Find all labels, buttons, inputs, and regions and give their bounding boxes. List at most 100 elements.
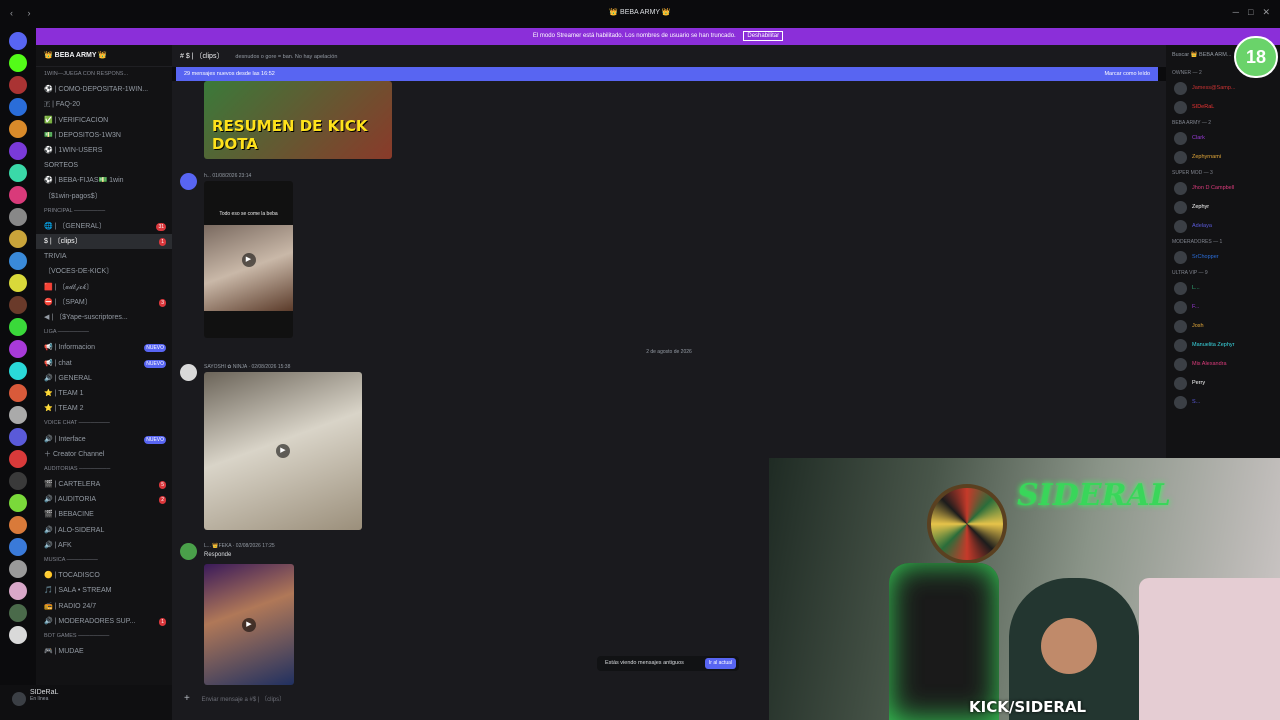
channel-item[interactable]: SORTEOS	[36, 158, 172, 173]
minimize-icon[interactable]: ─	[1233, 7, 1239, 18]
server-icon[interactable]	[9, 186, 27, 204]
message-input[interactable]: Enviar mensaje a #$ | 〔clips〕	[202, 697, 286, 703]
channel-item[interactable]: 🎬 | BEBACINE	[36, 507, 172, 522]
channel-item[interactable]: ⛔ | 〔SPAM〕 3	[36, 295, 172, 310]
server-icon[interactable]	[9, 296, 27, 314]
channel-item[interactable]: 🟡 | TOCADISCO	[36, 568, 172, 583]
channel-item[interactable]: ◀ | 〔$Yape-suscriptores...	[36, 310, 172, 325]
server-icon[interactable]	[9, 120, 27, 138]
member-item[interactable]: Mis Alexandra	[1166, 355, 1280, 374]
server-icon[interactable]	[9, 340, 27, 358]
video-attachment[interactable]: ▶	[204, 564, 294, 685]
server-icon[interactable]	[9, 252, 27, 270]
member-item[interactable]: Zephyr	[1166, 198, 1280, 217]
server-icon[interactable]	[9, 76, 27, 94]
server-icon[interactable]	[9, 274, 27, 292]
channel-item[interactable]: 🌐 | 〔GENERAL〕 31	[36, 219, 172, 234]
channel-category[interactable]: AUDITORIAS ────────	[36, 462, 172, 477]
server-icon[interactable]	[9, 494, 27, 512]
channel-item[interactable]: 🔊 | GENERAL	[36, 371, 172, 386]
server-icon[interactable]	[9, 318, 27, 336]
server-icon[interactable]	[9, 208, 27, 226]
channel-item[interactable]: 🔊 | Interface NUEVO	[36, 432, 172, 447]
play-icon[interactable]: ▶	[276, 444, 290, 458]
member-item[interactable]: Adelaya	[1166, 217, 1280, 236]
avatar[interactable]	[180, 543, 197, 560]
channel-item[interactable]: $ | 〔clips〕 1	[36, 234, 172, 250]
server-icon[interactable]	[9, 406, 27, 424]
video-attachment[interactable]: ▶	[204, 372, 362, 530]
channel-item[interactable]: ⭐ | TEAM 2	[36, 401, 172, 416]
member-item[interactable]: Perry	[1166, 374, 1280, 393]
server-icon[interactable]	[9, 450, 27, 468]
avatar[interactable]	[12, 692, 26, 706]
server-icon[interactable]	[9, 164, 27, 182]
channel-category[interactable]: LIGA ────────	[36, 325, 172, 340]
server-icon[interactable]	[9, 472, 27, 490]
channel-item[interactable]: 📻 | RADIO 24/7	[36, 599, 172, 614]
channel-item[interactable]: TRIVIA	[36, 249, 172, 264]
server-icon[interactable]	[9, 54, 27, 72]
member-item[interactable]: S...	[1166, 393, 1280, 412]
channel-item[interactable]: 💵 | DEPOSITOS-1W3N	[36, 128, 172, 143]
avatar[interactable]	[180, 173, 197, 190]
member-item[interactable]: Jamess@Samp...	[1166, 79, 1280, 98]
channel-item[interactable]: 🇫 | FAQ-20	[36, 97, 172, 112]
channel-item[interactable]: 📢 | Informacion NUEVO	[36, 340, 172, 355]
channel-item[interactable]: ⚽ | 1WIN-USERS	[36, 143, 172, 158]
window-controls[interactable]: ─ □ ✕	[1233, 7, 1270, 18]
mark-read-button[interactable]: Marcar como leído	[1104, 67, 1150, 81]
play-icon[interactable]: ▶	[242, 617, 256, 632]
video-thumbnail[interactable]: RESUMEN DE KICK DOTA	[204, 81, 392, 159]
play-icon[interactable]: ▶	[241, 252, 256, 267]
avatar[interactable]	[180, 364, 197, 381]
new-messages-bar[interactable]: 29 mensajes nuevos desde las 16:52 Marca…	[176, 67, 1158, 81]
channel-item[interactable]: 🔊 | AUDITORIA 2	[36, 492, 172, 507]
channel-item[interactable]: ⚽ | COMO-DEPOSITAR-1WIN...	[36, 82, 172, 97]
server-icon[interactable]	[9, 516, 27, 534]
server-icon[interactable]	[9, 384, 27, 402]
member-item[interactable]: F...	[1166, 298, 1280, 317]
server-icon[interactable]	[9, 362, 27, 380]
server-icon[interactable]	[9, 604, 27, 622]
member-item[interactable]: Clark	[1166, 129, 1280, 148]
member-item[interactable]: SIDeRaL	[1166, 98, 1280, 117]
server-icon[interactable]	[9, 230, 27, 248]
channel-item[interactable]: 🟥 | 〔𝒶𝒹𝒷𝒿𝒸𝓀〕	[36, 280, 172, 295]
member-item[interactable]: SrChopper	[1166, 248, 1280, 267]
channel-item[interactable]: 📢 | chat NUEVO	[36, 356, 172, 371]
channel-item[interactable]: ⚽ | BEBA-FIJAS💵 1win	[36, 173, 172, 188]
server-icon[interactable]	[9, 142, 27, 160]
channel-category[interactable]: MUSICA ────────	[36, 553, 172, 568]
channel-category[interactable]: PRINCIPAL ────────	[36, 204, 172, 219]
channel-item[interactable]: 🎮 | MUDAE	[36, 644, 172, 659]
video-attachment[interactable]: Todo eso se come la beba ▶	[204, 181, 293, 338]
server-icon[interactable]	[9, 32, 27, 50]
channel-item[interactable]: 🔊 | ALO-SIDERAL	[36, 523, 172, 538]
server-icon[interactable]	[9, 428, 27, 446]
member-item[interactable]: Manuelita Zephyr	[1166, 336, 1280, 355]
maximize-icon[interactable]: □	[1248, 7, 1253, 18]
server-icon[interactable]	[9, 98, 27, 116]
channel-category[interactable]: 1WIN—JUEGA CON RESPONS...	[36, 67, 172, 82]
channel-item[interactable]: 🔊 | AFK	[36, 538, 172, 553]
channel-item[interactable]: 🎵 | SALA • STREAM	[36, 583, 172, 598]
close-icon[interactable]: ✕	[1262, 7, 1270, 18]
channel-item[interactable]: ⭐ | TEAM 1	[36, 386, 172, 401]
jump-present-button[interactable]: Ir al actual	[704, 658, 736, 669]
member-item[interactable]: L...	[1166, 279, 1280, 298]
channel-category[interactable]: VOICE CHAT ────────	[36, 416, 172, 431]
add-attachment-icon[interactable]: +	[184, 693, 190, 704]
channel-category[interactable]: BOT GAMES ────────	[36, 629, 172, 644]
server-icon[interactable]	[9, 582, 27, 600]
channel-item[interactable]: 〔$1win-pagos$〕	[36, 189, 172, 204]
member-item[interactable]: Jhon D Campbell	[1166, 179, 1280, 198]
channel-item[interactable]: 〔VOCES-DE-KICK〕	[36, 264, 172, 279]
channel-item[interactable]: 🎬 | CARTELERA 5	[36, 477, 172, 492]
user-panel[interactable]: SIDeRaL En línea	[0, 685, 172, 720]
server-icon[interactable]	[9, 560, 27, 578]
disable-button[interactable]: Deshabilitar	[743, 31, 784, 41]
server-icon[interactable]	[9, 538, 27, 556]
channel-item[interactable]: 🔊 | MODERADORES SUP... 1	[36, 614, 172, 629]
server-name[interactable]: 👑 BEBA ARMY 👑	[36, 45, 172, 67]
